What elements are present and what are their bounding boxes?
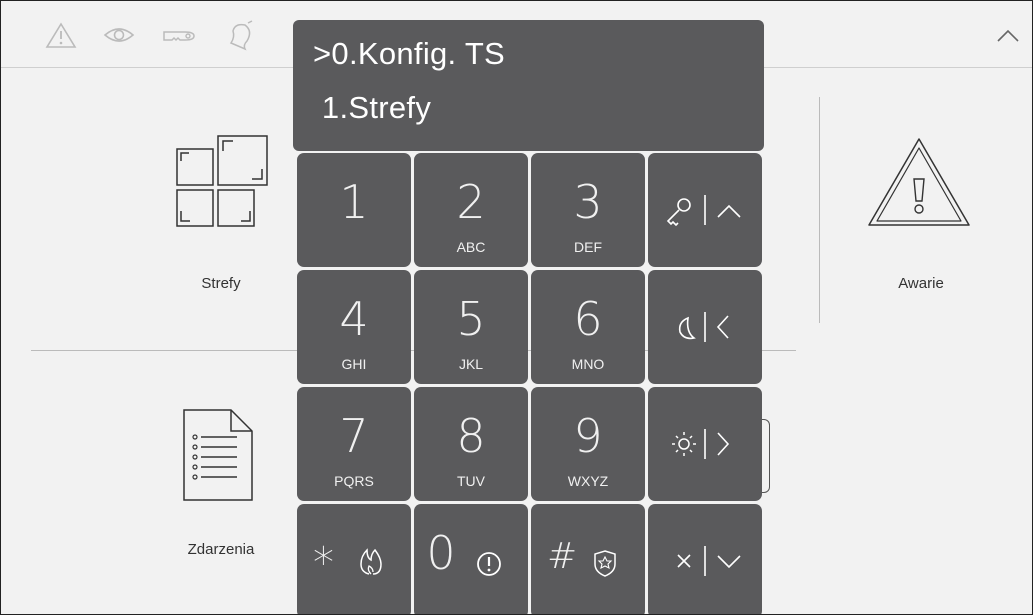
key-7-digit: 7 [339, 409, 369, 463]
screen: Strefy Awarie Zdarzenia >0.Konfig. TS 1.… [0, 0, 1033, 615]
bell-icon[interactable] [221, 19, 257, 51]
tile-zdarzenia-label: Zdarzenia [187, 541, 255, 558]
key-1[interactable]: 1 [297, 153, 411, 267]
key-5[interactable]: 5 JKL [414, 270, 528, 384]
display-line-2: 1.Strefy [313, 90, 432, 125]
key-icon[interactable] [161, 19, 197, 51]
key-7-letters: PQRS [334, 473, 374, 489]
key-4[interactable]: 4 GHI [297, 270, 411, 384]
chevron-up-icon[interactable] [990, 19, 1026, 51]
keypad-display: >0.Konfig. TS 1.Strefy [293, 20, 764, 151]
key-4-digit: 4 [339, 292, 369, 346]
warning-icon[interactable] [43, 19, 79, 51]
key-3-letters: DEF [574, 239, 602, 255]
tile-awarie-label: Awarie [898, 275, 944, 292]
key-9[interactable]: 9 WXYZ [531, 387, 645, 501]
sun-right-icon [672, 429, 730, 459]
police-badge-icon [594, 550, 616, 577]
tile-strefy-label: Strefy [201, 275, 241, 292]
key-arm-up[interactable] [648, 153, 762, 267]
close-down-icon [677, 546, 741, 576]
zones-icon [176, 135, 268, 227]
key-7[interactable]: 7 PQRS [297, 387, 411, 501]
key-8-letters: TUV [457, 473, 485, 489]
key-3[interactable]: 3 DEF [531, 153, 645, 267]
warning-icon [868, 138, 970, 226]
tile-strefy[interactable]: Strefy [151, 111, 291, 301]
eye-icon[interactable] [101, 19, 137, 51]
tile-awarie[interactable]: Awarie [851, 131, 991, 301]
key-hash-police[interactable]: # [531, 504, 645, 614]
key-6[interactable]: 6 MNO [531, 270, 645, 384]
document-list-icon [183, 409, 253, 501]
key-5-letters: JKL [458, 356, 484, 372]
key-2-digit: 2 [456, 175, 486, 229]
tile-zdarzenia[interactable]: Zdarzenia [151, 401, 291, 571]
key-6-letters: MNO [571, 356, 605, 372]
key-night-left[interactable] [648, 270, 762, 384]
key-8[interactable]: 8 TUV [414, 387, 528, 501]
key-0-panic[interactable]: 0 [414, 504, 528, 614]
key-4-letters: GHI [341, 356, 367, 372]
key-clear-down[interactable] [648, 504, 762, 614]
display-line-1: >0.Konfig. TS [313, 36, 506, 71]
key-2-letters: ABC [456, 239, 486, 255]
key-6-digit: 6 [573, 292, 603, 346]
key-2[interactable]: 2 ABC [414, 153, 528, 267]
key-day-right[interactable] [648, 387, 762, 501]
vertical-divider [819, 97, 820, 323]
moon-left-icon [678, 312, 729, 342]
key-9-digit: 9 [573, 409, 603, 463]
key-up-icon [666, 195, 741, 227]
exclamation-circle-icon [477, 552, 501, 576]
key-9-letters: WXYZ [567, 473, 609, 489]
key-1-digit: 1 [339, 175, 369, 229]
key-5-digit: 5 [456, 292, 486, 346]
key-8-digit: 8 [456, 409, 486, 463]
keypad: 1 2 ABC 3 DEF 4 GHI 5 JKL 6 MNO 7 PQRS 8… [297, 153, 764, 614]
key-3-digit: 3 [573, 175, 603, 229]
